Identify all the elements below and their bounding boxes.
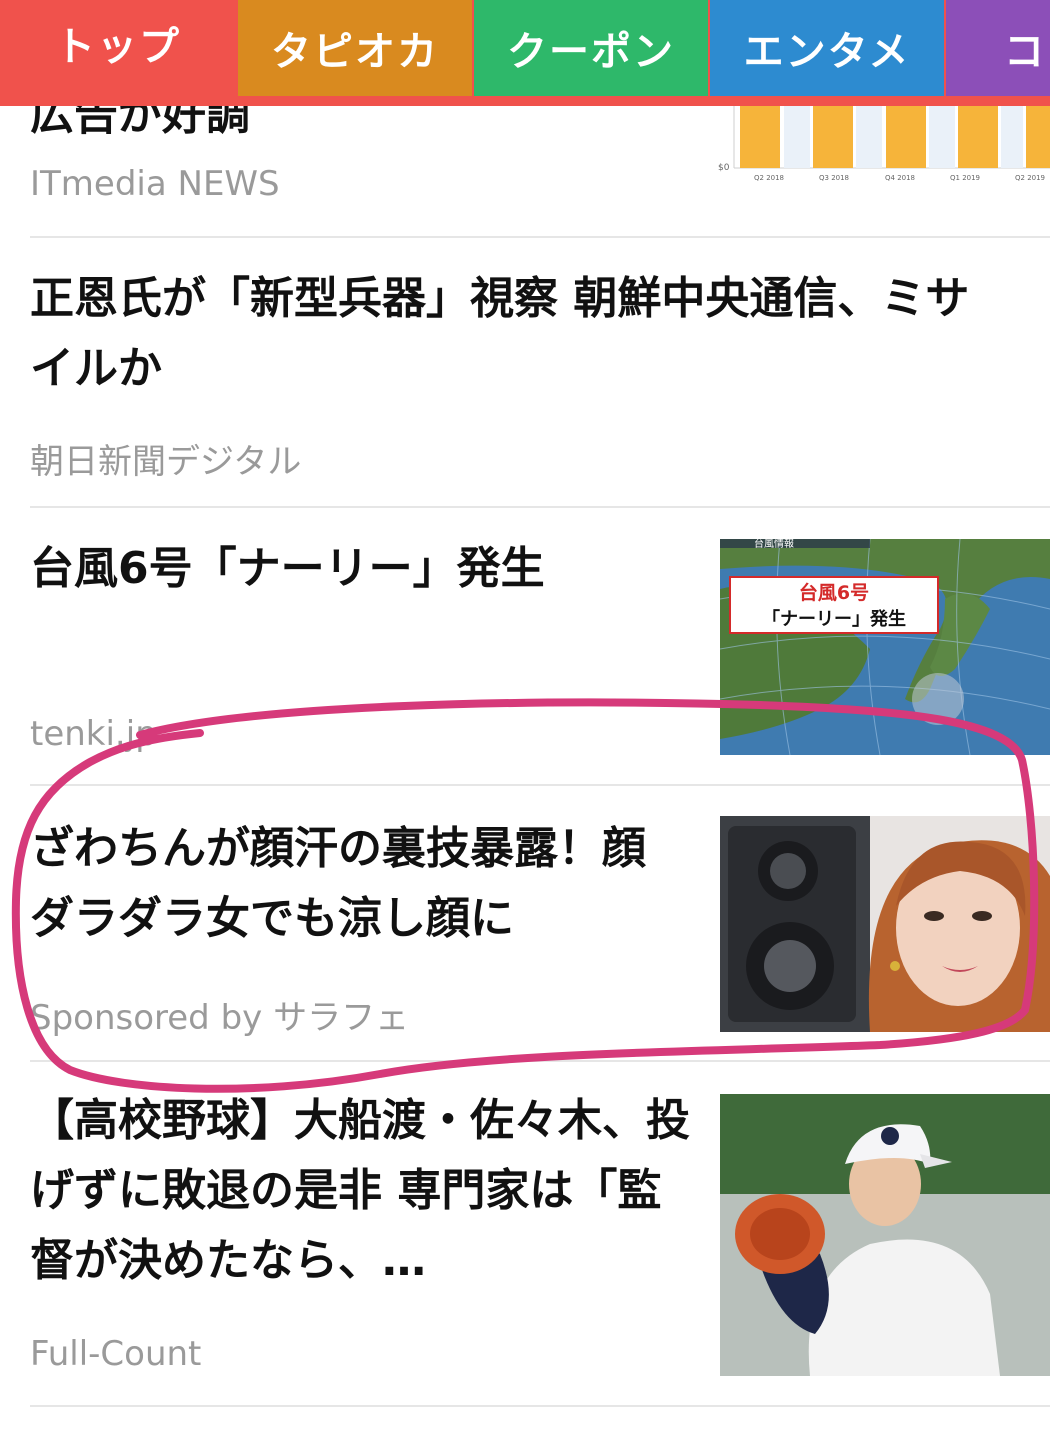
chart-y-tick: $0 [718,163,730,173]
divider [30,1405,1050,1407]
article-item[interactable]: 【高校野球】大船渡・佐々木、投げずに敗退の是非 専門家は「監督が決めたなら、… … [0,1062,1050,1407]
article-item[interactable]: 正恩氏が「新型兵器」視察 朝鮮中央通信、ミサイルか 朝日新聞デジタル [0,238,1050,508]
article-source: tenki.jp [30,714,157,754]
tab-tapioca[interactable]: タピオカ [238,0,472,96]
tab-coupon-label: クーポン [507,29,675,75]
sponsored-article-item[interactable]: ざわちんが顔汗の裏技暴露！顔ダラダラ女でも涼し顔に Sponsored by サ… [0,786,1050,1062]
chart-x-tick: Q2 2019 [1015,174,1045,182]
article-item[interactable]: 台風6号「ナーリー」発生 tenki.jp 台風情報 台風6号 「ナーリー」発生 [0,508,1050,786]
tab-more-label: コ [1004,29,1046,75]
article-title: ざわちんが顔汗の裏技暴露！顔ダラダラ女でも涼し顔に [30,823,646,944]
bar-chart-thumbnail: $0 Q2 2018 Q3 2018 Q4 2018 Q1 2019 Q2 20… [716,100,1050,188]
article-title: 台風6号「ナーリー」発生 [30,543,545,594]
tab-top-label: トップ [55,24,181,70]
typhoon-map-thumbnail: 台風情報 台風6号 「ナーリー」発生 [720,539,1050,755]
baseball-pitcher-thumbnail [720,1094,1050,1376]
article-title: 【高校野球】大船渡・佐々木、投げずに敗退の是非 専門家は「監督が決めたなら、… [30,1095,690,1286]
article-source: 朝日新聞デジタル [30,442,302,482]
article-source: Full-Count [30,1334,202,1374]
chart-x-tick: Q2 2018 [754,174,784,182]
category-tab-bar: トップ タピオカ クーポン エンタメ コ [0,0,1050,106]
map-caption-line2: 「ナーリー」発生 [762,608,906,630]
map-caption-line1: 台風6号 [799,581,869,604]
tab-entame-label: エンタメ [743,29,911,75]
tab-entame[interactable]: エンタメ [710,0,944,96]
tab-coupon[interactable]: クーポン [474,0,708,96]
tab-tapioca-label: タピオカ [271,29,439,75]
tab-top[interactable]: トップ [0,0,236,96]
article-title: 正恩氏が「新型兵器」視察 朝鮮中央通信、ミサイルか [30,273,970,394]
tab-more[interactable]: コ [946,0,1050,96]
woman-portrait-thumbnail [720,816,1050,1032]
chart-x-tick: Q4 2018 [885,174,915,182]
article-source: ITmedia NEWS [30,164,280,204]
sponsored-source: Sponsored by サラフェ [30,998,410,1038]
chart-x-tick: Q1 2019 [950,174,980,182]
chart-x-tick: Q3 2018 [819,174,849,182]
map-header: 台風情報 [754,539,794,550]
